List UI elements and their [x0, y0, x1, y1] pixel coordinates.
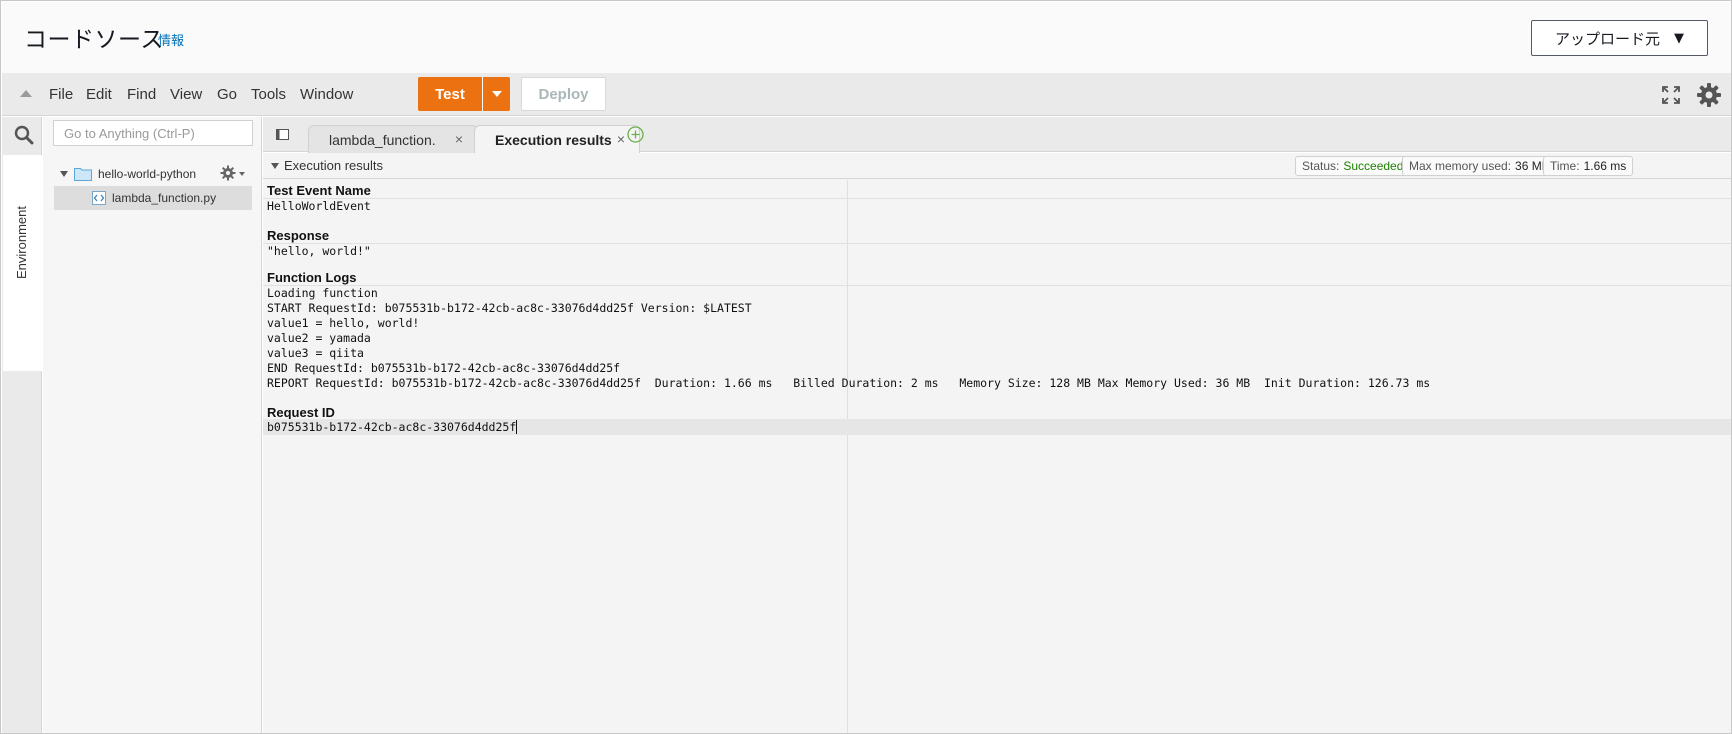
status-label: Status: [1302, 159, 1340, 173]
test-button[interactable]: Test [418, 77, 482, 111]
file-name: lambda_function.py [112, 191, 217, 205]
deploy-button-label: Deploy [538, 85, 589, 103]
settings-gear-icon[interactable] [1696, 82, 1722, 108]
tree-folder[interactable]: hello-world-python [60, 163, 196, 185]
collapse-toolbar-icon[interactable] [20, 90, 32, 97]
status-value: Succeeded [1343, 159, 1404, 173]
python-file-icon [92, 191, 106, 205]
tree-file-lambda-function[interactable]: lambda_function.py [54, 186, 252, 210]
divider [263, 198, 1731, 199]
execution-results-panel: Execution results Status: Succeeded Max … [263, 153, 1731, 733]
test-event-heading: Test Event Name [267, 183, 371, 198]
max-memory-badge: Max memory used: 36 MB [1402, 156, 1557, 176]
response-heading: Response [267, 228, 330, 243]
caret-down-icon [491, 91, 502, 97]
request-id-value[interactable]: b075531b-b172-42cb-ac8c-33076d4dd25f [267, 420, 518, 436]
log-line: REPORT RequestId: b075531b-b172-42cb-ac8… [267, 376, 1431, 390]
menu-window[interactable]: Window [300, 86, 353, 103]
response-value: "hello, world!" [267, 244, 371, 258]
print-margin-line [847, 180, 848, 733]
info-link[interactable]: 情報 [158, 30, 184, 49]
menu-go[interactable]: Go [217, 86, 237, 103]
search-icon[interactable] [14, 125, 34, 145]
time-badge: Time: 1.66 ms [1543, 156, 1634, 176]
tab-menu-icon[interactable] [276, 129, 289, 140]
side-panel-strip: Environment [2, 117, 42, 733]
tab-execution-results[interactable]: Execution results × [474, 125, 640, 153]
menu-find[interactable]: Find [127, 86, 156, 103]
tab-label: Execution results [495, 131, 612, 148]
divider [263, 285, 1731, 286]
menu-file[interactable]: File [49, 86, 73, 103]
execution-results-header: Execution results Status: Succeeded Max … [263, 153, 1731, 179]
request-id-text: b075531b-b172-42cb-ac8c-33076d4dd25f [267, 420, 517, 434]
editor-tab-bar: lambda_function. × Execution results × [263, 117, 1731, 153]
go-to-anything-input[interactable] [53, 120, 253, 146]
time-label: Time: [1550, 159, 1580, 173]
execution-results-title: Execution results [284, 158, 383, 173]
tab-label: lambda_function. [329, 131, 436, 148]
environment-tab[interactable]: Environment [3, 155, 42, 371]
page-title: コードソース [24, 27, 164, 53]
menu-view[interactable]: View [170, 86, 202, 103]
environment-tab-label: Environment [14, 206, 29, 279]
test-dropdown-button[interactable] [482, 77, 510, 111]
fullscreen-icon[interactable] [1661, 85, 1681, 105]
deploy-button[interactable]: Deploy [521, 77, 606, 111]
status-badge: Status: Succeeded [1295, 156, 1411, 176]
folder-name: hello-world-python [98, 167, 197, 181]
max-memory-label: Max memory used: [1409, 159, 1512, 173]
log-line: END RequestId: b075531b-b172-42cb-ac8c-3… [267, 361, 621, 375]
function-logs-heading: Function Logs [267, 270, 357, 285]
log-line: START RequestId: b075531b-b172-42cb-ac8c… [267, 301, 752, 315]
close-icon[interactable]: × [455, 131, 463, 147]
ide-menubar: File Edit Find View Go Tools Window Test… [2, 73, 1731, 116]
upload-from-button[interactable]: アップロード元 ▼ [1531, 20, 1708, 56]
divider [263, 243, 1731, 244]
folder-settings-caret-icon[interactable] [239, 172, 245, 176]
header: コードソース 情報 アップロード元 ▼ [2, 2, 1731, 73]
log-line: value1 = hello, world! [267, 316, 420, 330]
folder-icon [74, 168, 92, 181]
collapse-caret-icon[interactable] [271, 163, 279, 169]
add-tab-icon[interactable] [627, 126, 644, 143]
log-line: Loading function [267, 286, 378, 300]
expand-caret-icon[interactable] [60, 171, 68, 177]
upload-from-label: アップロード元 [1554, 29, 1660, 48]
folder-settings-gear-icon[interactable] [220, 165, 236, 181]
menu-tools[interactable]: Tools [251, 86, 286, 103]
close-icon[interactable]: × [617, 131, 625, 147]
menu-edit[interactable]: Edit [86, 86, 112, 103]
code-source-window: コードソース 情報 アップロード元 ▼ File Edit Find View … [0, 0, 1732, 734]
test-button-label: Test [435, 85, 465, 103]
tab-lambda-function[interactable]: lambda_function. × [308, 125, 478, 153]
execution-output: Test Event Name HelloWorldEvent Response… [263, 180, 1731, 733]
file-tree: hello-world-python lambda_function. [43, 117, 262, 733]
time-value: 1.66 ms [1583, 159, 1627, 173]
test-event-value: HelloWorldEvent [267, 199, 371, 213]
log-line: value2 = yamada [267, 331, 371, 345]
log-line: value3 = qiita [267, 346, 364, 360]
text-cursor [516, 420, 518, 434]
request-id-heading: Request ID [267, 405, 335, 420]
caret-down-icon: ▼ [1674, 30, 1684, 46]
